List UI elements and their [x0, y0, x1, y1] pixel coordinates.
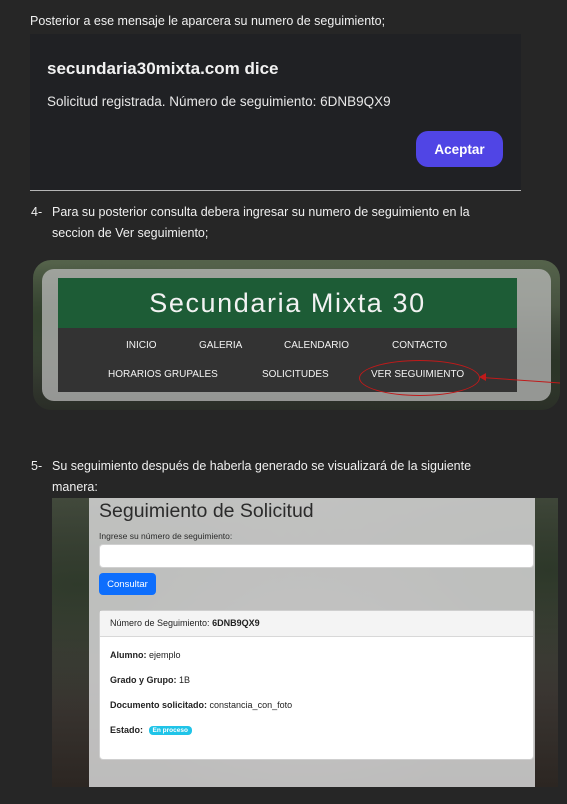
step-4-line-1: Para su posterior consulta debera ingres…	[52, 205, 470, 219]
tracking-input-label: Ingrese su número de seguimiento:	[99, 531, 233, 541]
site-header-screenshot: Secundaria Mixta 30 INICIO GALERIA CALEN…	[33, 260, 560, 410]
consultar-button[interactable]: Consultar	[99, 573, 156, 595]
intro-text: Posterior a ese mensaje le aparcera su n…	[30, 14, 386, 28]
nav-solicitudes[interactable]: SOLICITUDES	[262, 369, 329, 380]
accept-button[interactable]: Aceptar	[416, 131, 503, 167]
tracking-number-label: Número de Seguimiento:	[110, 618, 210, 628]
alumno-row: Alumno: ejemplo	[110, 650, 181, 660]
highlight-circle	[359, 360, 480, 396]
nav-inicio[interactable]: INICIO	[126, 340, 157, 351]
estado-row: Estado: En proceso	[110, 725, 192, 735]
step-4-line-2: seccion de Ver seguimiento;	[52, 226, 209, 240]
alumno-value: ejemplo	[149, 650, 181, 660]
nav-contacto[interactable]: CONTACTO	[392, 340, 447, 351]
documento-value: constancia_con_foto	[209, 700, 293, 710]
documento-row: Documento solicitado: constancia_con_fot…	[110, 700, 292, 710]
step-5-number: 5-	[31, 459, 43, 473]
step-5-line-1: Su seguimiento después de haberla genera…	[52, 459, 472, 473]
grado-value: 1B	[179, 675, 191, 685]
step-4-number: 4-	[31, 205, 43, 219]
arrow-head-icon	[479, 373, 486, 381]
nav-galeria[interactable]: GALERIA	[199, 340, 242, 351]
tracking-number-input[interactable]	[99, 544, 534, 568]
alumno-label: Alumno:	[110, 650, 147, 660]
site-title: Secundaria Mixta 30	[58, 278, 517, 328]
dialog-host: secundaria30mixta.com dice	[47, 59, 279, 78]
tracking-page-screenshot: Seguimiento de Solicitud Ingrese su núme…	[52, 498, 558, 787]
estado-label: Estado:	[110, 725, 144, 735]
nav-calendario[interactable]: CALENDARIO	[284, 340, 349, 351]
tracking-number-value: 6DNB9QX9	[212, 618, 260, 628]
browser-alert-dialog: secundaria30mixta.com dice Solicitud reg…	[30, 34, 521, 191]
step-5-line-2: manera:	[52, 480, 98, 494]
result-card-header: Número de Seguimiento: 6DNB9QX9	[100, 611, 533, 637]
status-badge: En proceso	[148, 726, 192, 735]
result-card: Número de Seguimiento: 6DNB9QX9 Alumno: …	[99, 610, 534, 760]
dialog-message: Solicitud registrada. Número de seguimie…	[47, 94, 391, 109]
grado-row: Grado y Grupo: 1B	[110, 675, 190, 685]
tracking-heading: Seguimiento de Solicitud	[99, 500, 314, 522]
grado-label: Grado y Grupo:	[110, 675, 177, 685]
nav-horarios-grupales[interactable]: HORARIOS GRUPALES	[108, 369, 218, 380]
documento-label: Documento solicitado:	[110, 700, 208, 710]
